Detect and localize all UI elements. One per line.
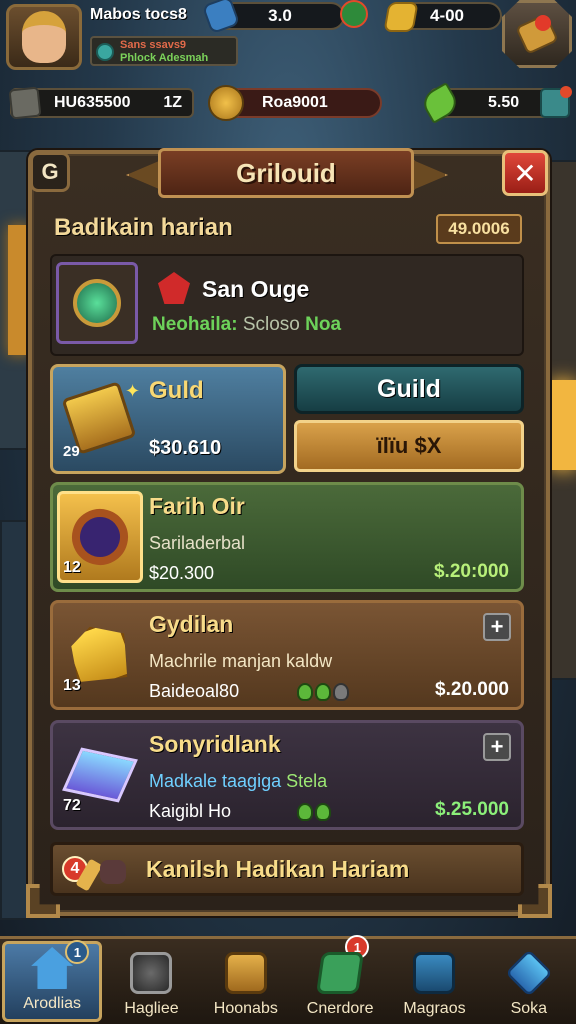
gift-icon[interactable] bbox=[540, 86, 572, 118]
nav-item-battle[interactable]: Hagliee bbox=[104, 939, 198, 1024]
section-value-badge: 49.0006 bbox=[436, 214, 522, 244]
spellbook-icon bbox=[413, 952, 456, 994]
background-light bbox=[8, 225, 30, 355]
green-gem-icon bbox=[315, 683, 331, 701]
item-desc: Madkale taagiga Stela bbox=[149, 771, 327, 792]
sword-icon bbox=[130, 952, 173, 994]
section-title: Badikain harian bbox=[54, 214, 233, 241]
nav-label: Soka bbox=[510, 1000, 548, 1017]
item-level: 12 bbox=[63, 559, 81, 576]
guild-item-card[interactable]: ✦ Guld $30.610 29 bbox=[50, 364, 286, 474]
item-desc: Sariladerbal bbox=[149, 533, 246, 553]
nav-label: Magraos bbox=[403, 1000, 466, 1017]
player-status: Sans ssavs9 Phlock Adesmah bbox=[90, 36, 238, 66]
stat-suffix: Noa bbox=[305, 314, 342, 335]
bottom-nav: 1 Arodlias Hagliee Hoonabs 1 Cnerdore Ma… bbox=[0, 935, 576, 1024]
item-name: Sonyridlank bbox=[149, 731, 281, 757]
guild-item-name: Guld bbox=[149, 377, 204, 404]
inventory-bag-button[interactable] bbox=[502, 0, 572, 68]
nav-item-chest[interactable]: Hoonabs bbox=[199, 939, 293, 1024]
nav-label: Cnerdore bbox=[306, 1000, 374, 1017]
top-hud: Mabos tocs8 Sans ssavs9 Phlock Adesmah 3… bbox=[0, 0, 576, 130]
panel-title: Grilouid bbox=[158, 148, 414, 198]
add-button[interactable]: + bbox=[483, 733, 511, 761]
orb-icon[interactable] bbox=[340, 0, 368, 28]
item-sub: $20.300 bbox=[149, 563, 215, 583]
emerald-amulet-icon bbox=[73, 279, 121, 327]
hero-portrait-icon bbox=[22, 11, 66, 63]
rune-slot[interactable] bbox=[56, 262, 138, 344]
shop-item-row[interactable]: 72 Sonyridlank Madkale taagiga Stela Kai… bbox=[50, 720, 524, 830]
item-desc-b: Stela bbox=[286, 771, 328, 791]
green-gem-icon bbox=[315, 803, 331, 821]
nav-item-home[interactable]: 1 Arodlias bbox=[2, 940, 103, 1022]
player-status-line2: Phlock Adesmah bbox=[120, 52, 209, 64]
green-gem-icon bbox=[297, 803, 313, 821]
grey-gem-icon bbox=[333, 683, 349, 701]
gem-cost-icons bbox=[297, 803, 331, 821]
diamond-icon bbox=[505, 949, 553, 997]
resource-right-value: 5.50 bbox=[488, 94, 520, 111]
resource-mid-value: Roa9001 bbox=[262, 94, 328, 111]
stat-prefix: Neohaila: bbox=[152, 314, 238, 335]
daily-mission-text: Kanilsh Hadikan Hariam bbox=[146, 856, 410, 882]
add-button[interactable]: + bbox=[483, 613, 511, 641]
item-desc: Machrile manjan kaldw bbox=[149, 651, 333, 671]
item-name: Gydilan bbox=[149, 611, 234, 637]
chest-icon bbox=[224, 952, 267, 994]
stat-mid: Scloso bbox=[242, 314, 300, 335]
buy-button[interactable]: ïlïu $X bbox=[294, 420, 524, 472]
item-level: 72 bbox=[63, 797, 81, 814]
crystal-chest-icon bbox=[62, 747, 138, 803]
item-sub: Kaigibl Ho bbox=[149, 801, 232, 821]
item-price: $.20.000 bbox=[435, 679, 509, 700]
nav-item-magic[interactable]: Magraos bbox=[387, 939, 481, 1024]
player-avatar[interactable] bbox=[6, 4, 82, 70]
item-desc-a: Madkale taagiga bbox=[149, 771, 282, 791]
shop-item-row[interactable]: 12 Farih Oir Sariladerbal $20.300 $.20:0… bbox=[50, 482, 524, 592]
guild-item-price: $30.610 bbox=[149, 437, 222, 459]
nav-item-quests[interactable]: 1 Cnerdore bbox=[293, 935, 387, 1024]
player-name: Mabos tocs8 bbox=[90, 6, 187, 23]
background-light bbox=[550, 380, 576, 470]
gem-cost-icons bbox=[297, 683, 349, 701]
pouch-icon bbox=[100, 860, 126, 884]
resource-left-value: HU635500 bbox=[54, 94, 131, 111]
coin-icon bbox=[208, 85, 244, 121]
guild-button[interactable]: Guild bbox=[294, 364, 524, 414]
notification-dot bbox=[535, 15, 551, 31]
guild-item-level: 29 bbox=[63, 443, 80, 460]
nav-label: Hoonabs bbox=[213, 1000, 278, 1017]
item-price: $.20:000 bbox=[433, 561, 509, 582]
item-level: 13 bbox=[63, 677, 81, 694]
shop-item-row[interactable]: 13 Gydilan Machrile manjan kaldw Baideoa… bbox=[50, 600, 524, 710]
checkmark-icon bbox=[316, 952, 365, 994]
mission-icon bbox=[75, 852, 130, 892]
nav-label: Hagliee bbox=[124, 1000, 179, 1017]
gold-bar-icon bbox=[383, 2, 419, 32]
nav-label: Arodlias bbox=[23, 995, 82, 1012]
sparkle-icon: ✦ bbox=[125, 381, 141, 401]
featured-item-name: San Ouge bbox=[202, 276, 310, 302]
item-price: $.25.000 bbox=[435, 799, 509, 820]
green-gem-icon bbox=[297, 683, 313, 701]
resource-left-tag: 1Z bbox=[163, 94, 182, 111]
nav-item-shop[interactable]: Soka bbox=[482, 939, 576, 1024]
item-name: Farih Oir bbox=[149, 493, 245, 519]
close-button[interactable]: ✕ bbox=[502, 150, 548, 196]
back-button[interactable]: G bbox=[30, 152, 70, 192]
gem-icon bbox=[96, 43, 114, 61]
item-sub: Baideoal80 bbox=[149, 681, 240, 701]
nav-badge: 1 bbox=[65, 940, 90, 964]
player-status-line1: Sans ssavs9 bbox=[120, 39, 187, 51]
crate-icon bbox=[8, 86, 42, 120]
featured-item-stat: Neohaila: Scloso Noa bbox=[152, 314, 341, 336]
